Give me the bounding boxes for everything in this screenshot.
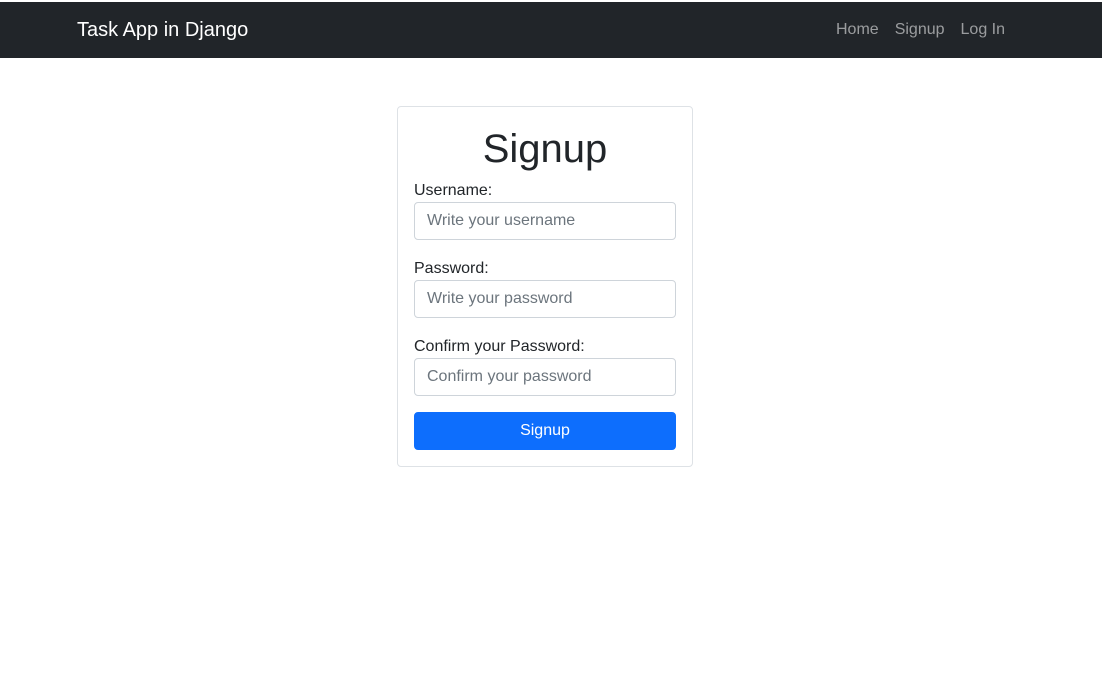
nav-link-signup[interactable]: Signup: [895, 20, 945, 40]
navbar-brand[interactable]: Task App in Django: [77, 18, 248, 42]
nav-links: Home Signup Log In: [836, 20, 1005, 40]
password-input[interactable]: [414, 280, 676, 318]
password-label: Password:: [414, 260, 489, 277]
confirm-password-label: Confirm your Password:: [414, 338, 585, 355]
signup-card: Signup Username: Password: Confirm your …: [397, 106, 693, 467]
username-label: Username:: [414, 182, 493, 199]
confirm-password-input[interactable]: [414, 358, 676, 396]
form-title: Signup: [482, 127, 608, 171]
nav-link-home[interactable]: Home: [836, 20, 879, 40]
username-input[interactable]: [414, 202, 676, 240]
signup-button[interactable]: Signup: [414, 412, 676, 450]
nav-link-login[interactable]: Log In: [961, 20, 1005, 40]
navbar: Task App in Django Home Signup Log In: [0, 2, 1102, 58]
